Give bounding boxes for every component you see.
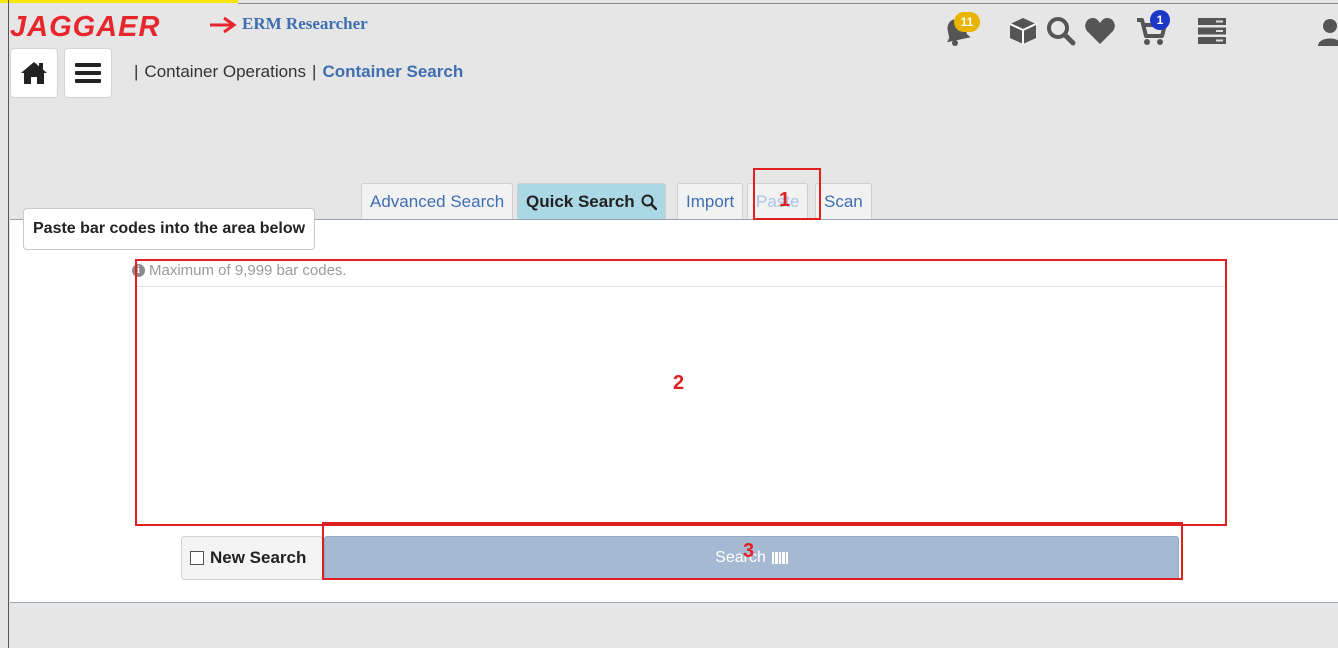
breadcrumb-separator: | (134, 62, 139, 81)
home-icon (21, 62, 47, 84)
new-search-checkbox[interactable] (190, 551, 204, 565)
menu-button[interactable] (64, 48, 112, 98)
tab-advanced-search[interactable]: Advanced Search (361, 183, 514, 219)
new-search-label: New Search (210, 548, 307, 567)
server-button[interactable] (1198, 18, 1226, 49)
tab-quick-search[interactable]: Quick Search (517, 183, 666, 219)
highlight-marker (0, 0, 238, 3)
annotation-number-2: 2 (673, 372, 685, 394)
max-barcodes-hint: i Maximum of 9,999 bar codes. (132, 262, 347, 279)
breadcrumb-container-operations[interactable]: Container Operations (144, 62, 306, 81)
favorites-button[interactable] (1084, 16, 1116, 51)
frame-border-top (238, 3, 1338, 4)
max-barcodes-text: Maximum of 9,999 bar codes. (149, 262, 347, 279)
menu-icon (75, 63, 101, 83)
tab-quick-search-label: Quick Search (526, 192, 635, 211)
search-icon (641, 194, 657, 210)
barcode-textarea[interactable] (137, 287, 1229, 527)
user-icon (1318, 19, 1338, 46)
frame-border (8, 0, 9, 648)
heart-icon (1085, 18, 1115, 44)
info-icon: i (132, 264, 145, 277)
barcode-icon (771, 552, 788, 564)
search-button-top[interactable] (1046, 16, 1076, 51)
paste-instruction-tooltip: Paste bar codes into the area below (23, 208, 316, 250)
tab-import[interactable]: Import (677, 183, 744, 219)
breadcrumb-separator: | (312, 62, 317, 81)
annotation-number-3: 3 (743, 540, 755, 562)
app-title: ERM Researcher (242, 14, 368, 33)
user-button[interactable] (1316, 18, 1338, 51)
tab-scan[interactable]: Scan (815, 183, 872, 219)
search-button-label: Search (715, 549, 766, 566)
cart-badge: 1 (1150, 10, 1170, 30)
containers-button[interactable] (1008, 16, 1038, 51)
breadcrumb-container-search: Container Search (322, 62, 464, 81)
svg-text:JAGGAER: JAGGAER (10, 11, 160, 42)
breadcrumb: | Container Operations | Container Search (128, 62, 463, 82)
annotation-number-1: 1 (779, 189, 791, 211)
cart-button[interactable]: 1 (1136, 10, 1170, 51)
top-toolbar: 11 1 (940, 10, 1338, 54)
search-icon (1047, 17, 1076, 46)
new-search-toggle[interactable]: New Search (181, 536, 323, 580)
home-button[interactable] (10, 48, 58, 98)
notifications-button[interactable]: 11 (942, 12, 980, 51)
tab-paste[interactable]: Paste (747, 183, 809, 219)
cube-icon (1009, 18, 1037, 44)
notifications-badge: 11 (954, 12, 980, 32)
jaggaer-logo[interactable]: JAGGAER (10, 8, 240, 43)
server-icon (1198, 18, 1226, 44)
